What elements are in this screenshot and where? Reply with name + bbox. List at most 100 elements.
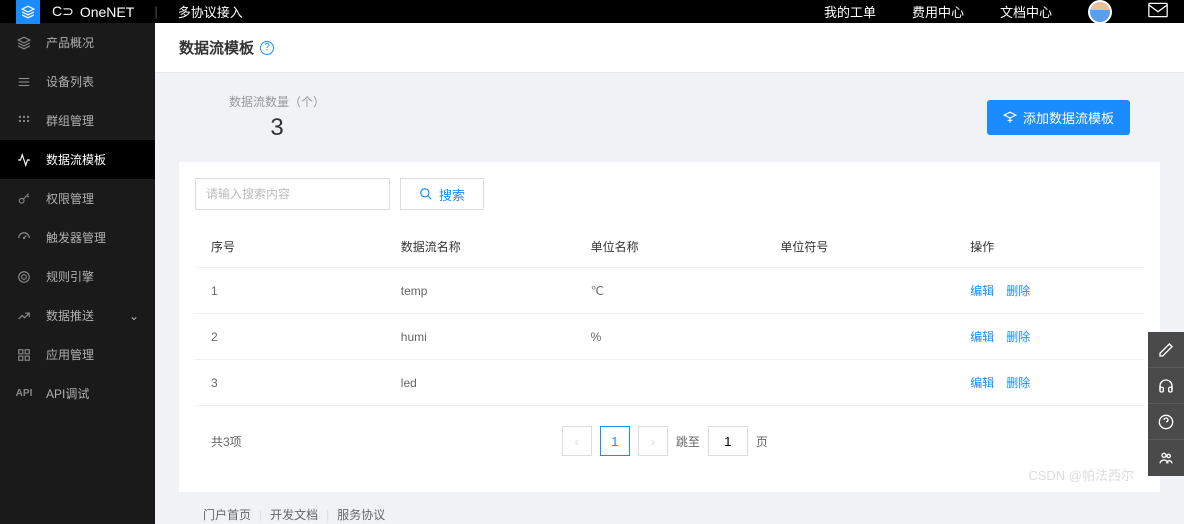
table-header: 数据流名称 xyxy=(385,226,575,268)
page-next-button[interactable]: › xyxy=(638,426,668,456)
sidebar-item-label: API调试 xyxy=(46,385,89,402)
sidebar-item-label: 数据流模板 xyxy=(46,151,106,168)
sidebar-item-key[interactable]: 权限管理 xyxy=(0,179,155,218)
search-row: 搜索 xyxy=(195,178,1144,210)
cell-seq: 1 xyxy=(195,268,385,314)
sidebar-item-label: 应用管理 xyxy=(46,346,94,363)
float-help-icon[interactable] xyxy=(1148,404,1184,440)
table-header: 单位名称 xyxy=(575,226,765,268)
cell-unit-name: ℃ xyxy=(575,268,765,314)
delete-link[interactable]: 删除 xyxy=(1006,376,1030,390)
page-jump-input[interactable] xyxy=(708,426,748,456)
edit-link[interactable]: 编辑 xyxy=(970,330,994,344)
logo-cube-icon[interactable] xyxy=(16,0,40,24)
sidebar: 产品概况设备列表群组管理数据流模板权限管理触发器管理规则引擎数据推送 ⌄ 应用管理 A… xyxy=(0,23,155,524)
list-icon xyxy=(16,75,32,89)
add-button-label: 添加数据流模板 xyxy=(1023,108,1114,127)
sidebar-item-label: 产品概况 xyxy=(46,34,94,51)
sidebar-item-push[interactable]: 数据推送 ⌄ xyxy=(0,296,155,335)
float-edit-icon[interactable] xyxy=(1148,332,1184,368)
nav-docs[interactable]: 文档中心 xyxy=(1000,2,1052,21)
footer-link-docs[interactable]: 开发文档 xyxy=(270,506,318,523)
pulse-icon xyxy=(16,153,32,167)
top-header: C⊃ OneNET | 多协议接入 我的工单 费用中心 文档中心 xyxy=(0,0,1184,23)
sidebar-item-label: 数据推送 xyxy=(46,307,94,324)
sidebar-item-pulse[interactable]: 数据流模板 xyxy=(0,140,155,179)
delete-link[interactable]: 删除 xyxy=(1006,284,1030,298)
stats-row: 数据流数量（个） 3 添加数据流模板 xyxy=(179,93,1160,162)
sidebar-item-target[interactable]: 规则引擎 xyxy=(0,257,155,296)
page-title: 数据流模板 xyxy=(179,37,254,58)
page-number-button[interactable]: 1 xyxy=(600,426,630,456)
page-unit: 页 xyxy=(756,433,768,450)
stat-block: 数据流数量（个） 3 xyxy=(229,93,325,142)
table-card: 搜索 序号数据流名称单位名称单位符号操作 1temp℃编辑删除2humi%编辑删… xyxy=(179,162,1160,492)
grid-icon xyxy=(16,114,32,128)
pagination: 共3项 ‹ 1 › 跳至 页 xyxy=(195,406,1144,476)
jump-label: 跳至 xyxy=(676,433,700,450)
cell-unit-name: % xyxy=(575,314,765,360)
header-nav: 我的工单 费用中心 文档中心 xyxy=(824,0,1168,24)
chevron-down-icon: ⌄ xyxy=(129,309,139,323)
sidebar-item-label: 规则引擎 xyxy=(46,268,94,285)
sidebar-item-dashboard[interactable]: 触发器管理 xyxy=(0,218,155,257)
table-row: 2humi% 编辑删除 xyxy=(195,314,1144,360)
cell-unit-name xyxy=(575,360,765,406)
sidebar-item-list[interactable]: 设备列表 xyxy=(0,62,155,101)
float-users-icon[interactable] xyxy=(1148,440,1184,476)
sidebar-item-grid[interactable]: 群组管理 xyxy=(0,101,155,140)
key-icon xyxy=(16,192,32,206)
footer-link-portal[interactable]: 门户首页 xyxy=(203,506,251,523)
sidebar-item-api[interactable]: API API调试 xyxy=(0,374,155,413)
help-icon[interactable]: ? xyxy=(260,41,274,55)
sidebar-item-cube[interactable]: 产品概况 xyxy=(0,23,155,62)
sidebar-item-label: 群组管理 xyxy=(46,112,94,129)
edit-link[interactable]: 编辑 xyxy=(970,284,994,298)
table-header: 单位符号 xyxy=(764,226,954,268)
search-input[interactable] xyxy=(195,178,390,210)
cell-unit-symbol xyxy=(764,360,954,406)
sidebar-item-label: 设备列表 xyxy=(46,73,94,90)
brand-symbol: C⊃ xyxy=(52,3,74,20)
cell-seq: 2 xyxy=(195,314,385,360)
mail-icon[interactable] xyxy=(1148,2,1168,21)
header-divider: | xyxy=(154,4,157,19)
float-support-icon[interactable] xyxy=(1148,368,1184,404)
cell-name: humi xyxy=(385,314,575,360)
pagination-total: 共3项 xyxy=(211,433,242,450)
cube-icon xyxy=(16,36,32,50)
target-icon xyxy=(16,270,32,284)
logo-text: C⊃ OneNET xyxy=(52,3,134,20)
nav-tickets[interactable]: 我的工单 xyxy=(824,2,876,21)
data-table: 序号数据流名称单位名称单位符号操作 1temp℃编辑删除2humi%编辑删除3l… xyxy=(195,226,1144,406)
table-row: 1temp℃编辑删除 xyxy=(195,268,1144,314)
float-toolbar xyxy=(1148,332,1184,476)
table-header: 序号 xyxy=(195,226,385,268)
page-prev-button[interactable]: ‹ xyxy=(562,426,592,456)
footer-links: 门户首页 | 开发文档 | 服务协议 xyxy=(179,492,1160,524)
stat-value: 3 xyxy=(229,114,325,142)
push-icon xyxy=(16,309,32,323)
nav-billing[interactable]: 费用中心 xyxy=(912,2,964,21)
add-template-button[interactable]: 添加数据流模板 xyxy=(987,100,1130,135)
search-button-label: 搜索 xyxy=(439,185,465,204)
api-icon: API xyxy=(16,388,32,399)
avatar[interactable] xyxy=(1088,0,1112,24)
apps-icon xyxy=(16,348,32,362)
main-content: 数据流模板 ? 数据流数量（个） 3 添加数据流模板 xyxy=(155,23,1184,524)
cell-actions: 编辑删除 xyxy=(954,360,1144,406)
table-row: 3led编辑删除 xyxy=(195,360,1144,406)
dashboard-icon xyxy=(16,231,32,245)
footer-link-terms[interactable]: 服务协议 xyxy=(337,506,385,523)
sidebar-item-label: 触发器管理 xyxy=(46,229,106,246)
cell-actions: 编辑删除 xyxy=(954,314,1144,360)
edit-link[interactable]: 编辑 xyxy=(970,376,994,390)
header-subtitle: 多协议接入 xyxy=(178,2,243,21)
sidebar-item-apps[interactable]: 应用管理 xyxy=(0,335,155,374)
delete-link[interactable]: 删除 xyxy=(1006,330,1030,344)
cell-unit-symbol xyxy=(764,314,954,360)
table-header: 操作 xyxy=(954,226,1144,268)
stat-label: 数据流数量（个） xyxy=(229,93,325,110)
search-button[interactable]: 搜索 xyxy=(400,178,484,210)
brand-name: OneNET xyxy=(80,4,134,20)
